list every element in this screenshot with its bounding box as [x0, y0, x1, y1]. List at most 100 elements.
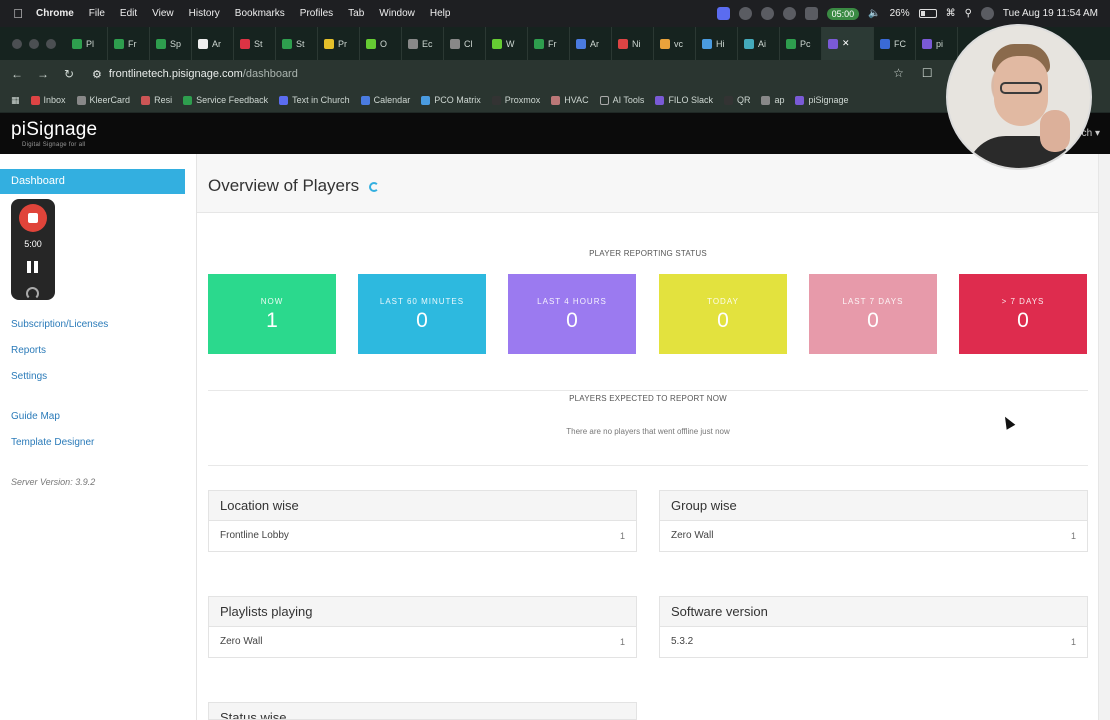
menu-view[interactable]: View	[152, 8, 174, 19]
volume-icon[interactable]: 🔈	[868, 8, 880, 19]
back-icon[interactable]: ←	[4, 67, 30, 81]
bookmark-item[interactable]: Text in Church	[279, 95, 350, 105]
menu-clock[interactable]: Tue Aug 19 11:54 AM	[1003, 8, 1098, 19]
browser-tab[interactable]: FC	[874, 27, 916, 60]
user-menu[interactable]: ch ▾	[1082, 128, 1100, 139]
close-window-icon[interactable]	[12, 38, 22, 49]
tab-title: St	[296, 38, 305, 49]
panel-title: Playlists playing	[209, 597, 636, 627]
menu-help[interactable]: Help	[430, 8, 451, 19]
site-settings-icon[interactable]: ⚙	[92, 68, 102, 81]
stat-card-last-7-days[interactable]: LAST 7 DAYS 0	[809, 274, 937, 354]
browser-tab[interactable]: vc	[654, 27, 696, 60]
browser-tab[interactable]: Cl	[444, 27, 486, 60]
pause-icon[interactable]	[27, 261, 39, 273]
browser-tab[interactable]: W	[486, 27, 528, 60]
apple-icon[interactable]: 	[0, 6, 36, 21]
forward-icon[interactable]: →	[30, 67, 56, 81]
browser-tab[interactable]: Pc	[780, 27, 822, 60]
sidebar-item-subscription[interactable]: Subscription/Licenses	[11, 319, 108, 330]
pisignage-logo[interactable]: piSignage	[11, 119, 97, 141]
browser-tab[interactable]: Ni	[612, 27, 654, 60]
browser-tab[interactable]: pi	[916, 27, 958, 60]
tab-close-icon[interactable]: ✕	[842, 38, 850, 49]
browser-tab[interactable]: Fr	[528, 27, 570, 60]
sidebar-item-settings[interactable]: Settings	[11, 371, 47, 382]
bookmark-item[interactable]: Service Feedback	[183, 95, 268, 105]
browser-tab[interactable]: O	[360, 27, 402, 60]
menu-tab[interactable]: Tab	[348, 8, 364, 19]
bookmarks-bar: ▦ Inbox KleerCard Resi Service Feedback …	[0, 88, 1110, 113]
bookmark-item[interactable]: KleerCard	[76, 95, 130, 105]
sidebar-item-template-designer[interactable]: Template Designer	[11, 437, 94, 448]
bookmark-item[interactable]: PCO Matrix	[421, 95, 481, 105]
stat-card-last-60-minutes[interactable]: LAST 60 MINUTES 0	[358, 274, 486, 354]
bookmark-item[interactable]: HVAC	[551, 95, 589, 105]
sync-icon[interactable]	[782, 7, 796, 20]
notion-icon[interactable]	[804, 7, 818, 20]
bookmark-item[interactable]: Proxmox	[491, 95, 540, 105]
browser-tab[interactable]: Ar	[570, 27, 612, 60]
bookmark-item[interactable]: Calendar	[360, 95, 410, 105]
browser-tab[interactable]: St	[234, 27, 276, 60]
menu-window[interactable]: Window	[379, 8, 415, 19]
stat-card-now[interactable]: NOW 1	[208, 274, 336, 354]
refresh-icon[interactable]	[369, 182, 379, 192]
browser-tab[interactable]: Pr	[318, 27, 360, 60]
browser-tab[interactable]: Sp	[150, 27, 192, 60]
restart-icon[interactable]	[26, 287, 39, 300]
bookmark-item[interactable]: ap	[761, 95, 784, 105]
menu-history[interactable]: History	[189, 8, 220, 19]
browser-tab[interactable]: Ar	[192, 27, 234, 60]
reload-icon[interactable]: ↻	[56, 67, 82, 81]
bookmark-item[interactable]: piSignage	[795, 95, 849, 105]
sidebar-item-dashboard[interactable]: Dashboard	[0, 169, 185, 194]
sidebar-item-reports[interactable]: Reports	[11, 345, 46, 356]
search-icon[interactable]: ⚲	[965, 8, 972, 19]
status-app-icon[interactable]	[738, 7, 752, 20]
bookmark-item[interactable]: Inbox	[30, 95, 66, 105]
list-item[interactable]: Zero Wall 1	[209, 627, 636, 657]
extensions-icon[interactable]: ☐	[922, 66, 933, 80]
bookmark-star-icon[interactable]: ☆	[893, 66, 904, 80]
list-item[interactable]: Frontline Lobby 1	[209, 521, 636, 551]
stat-card-over-7-days[interactable]: > 7 DAYS 0	[959, 274, 1087, 354]
bookmark-item[interactable]: QR	[723, 95, 750, 105]
bookmark-folder[interactable]: AI Tools	[599, 95, 644, 105]
browser-tab-active[interactable]: ✕	[822, 27, 874, 60]
minimize-window-icon[interactable]	[29, 38, 39, 49]
url-field[interactable]: ⚙ frontlinetech.pisignage.com/dashboard	[92, 68, 298, 81]
stop-recording-icon[interactable]	[19, 204, 47, 232]
browser-tab[interactable]: Hi	[696, 27, 738, 60]
browser-tab[interactable]: Fr	[108, 27, 150, 60]
menu-bookmarks[interactable]: Bookmarks	[235, 8, 285, 19]
menu-profiles[interactable]: Profiles	[300, 8, 333, 19]
menu-file[interactable]: File	[89, 8, 105, 19]
apps-grid-icon[interactable]: ▦	[11, 95, 20, 106]
browser-tab[interactable]: Pl	[66, 27, 108, 60]
sidebar-item-guide-map[interactable]: Guide Map	[11, 411, 60, 422]
list-item[interactable]: Zero Wall 1	[660, 521, 1087, 551]
status-area: 05:00 🔈 26% ⌘ ⚲ Tue Aug 19 11:54 AM	[716, 0, 1098, 27]
bookmark-item[interactable]: Resi	[141, 95, 172, 105]
bookmark-item[interactable]: FILO Slack	[655, 95, 713, 105]
browser-tab[interactable]: St	[276, 27, 318, 60]
wifi-icon[interactable]: ⌘	[946, 8, 956, 19]
battery-icon[interactable]	[918, 9, 937, 18]
browser-tab[interactable]: Ai	[738, 27, 780, 60]
tab-favicon-icon	[744, 38, 754, 49]
bookmark-label: Text in Church	[292, 95, 350, 105]
scrollbar[interactable]	[1098, 154, 1110, 720]
list-item[interactable]: 5.3.2 1	[660, 627, 1087, 657]
screen-share-icon[interactable]	[716, 7, 730, 20]
chat-icon[interactable]	[760, 7, 774, 20]
menu-edit[interactable]: Edit	[120, 8, 137, 19]
tab-title: Hi	[716, 38, 725, 49]
zoom-window-icon[interactable]	[46, 38, 56, 49]
stat-card-today[interactable]: TODAY 0	[659, 274, 787, 354]
menu-app-name[interactable]: Chrome	[36, 8, 74, 19]
stat-card-last-4-hours[interactable]: LAST 4 HOURS 0	[508, 274, 636, 354]
browser-tab[interactable]: Ec	[402, 27, 444, 60]
control-center-icon[interactable]	[980, 7, 994, 20]
recording-timer[interactable]: 05:00	[826, 7, 860, 20]
